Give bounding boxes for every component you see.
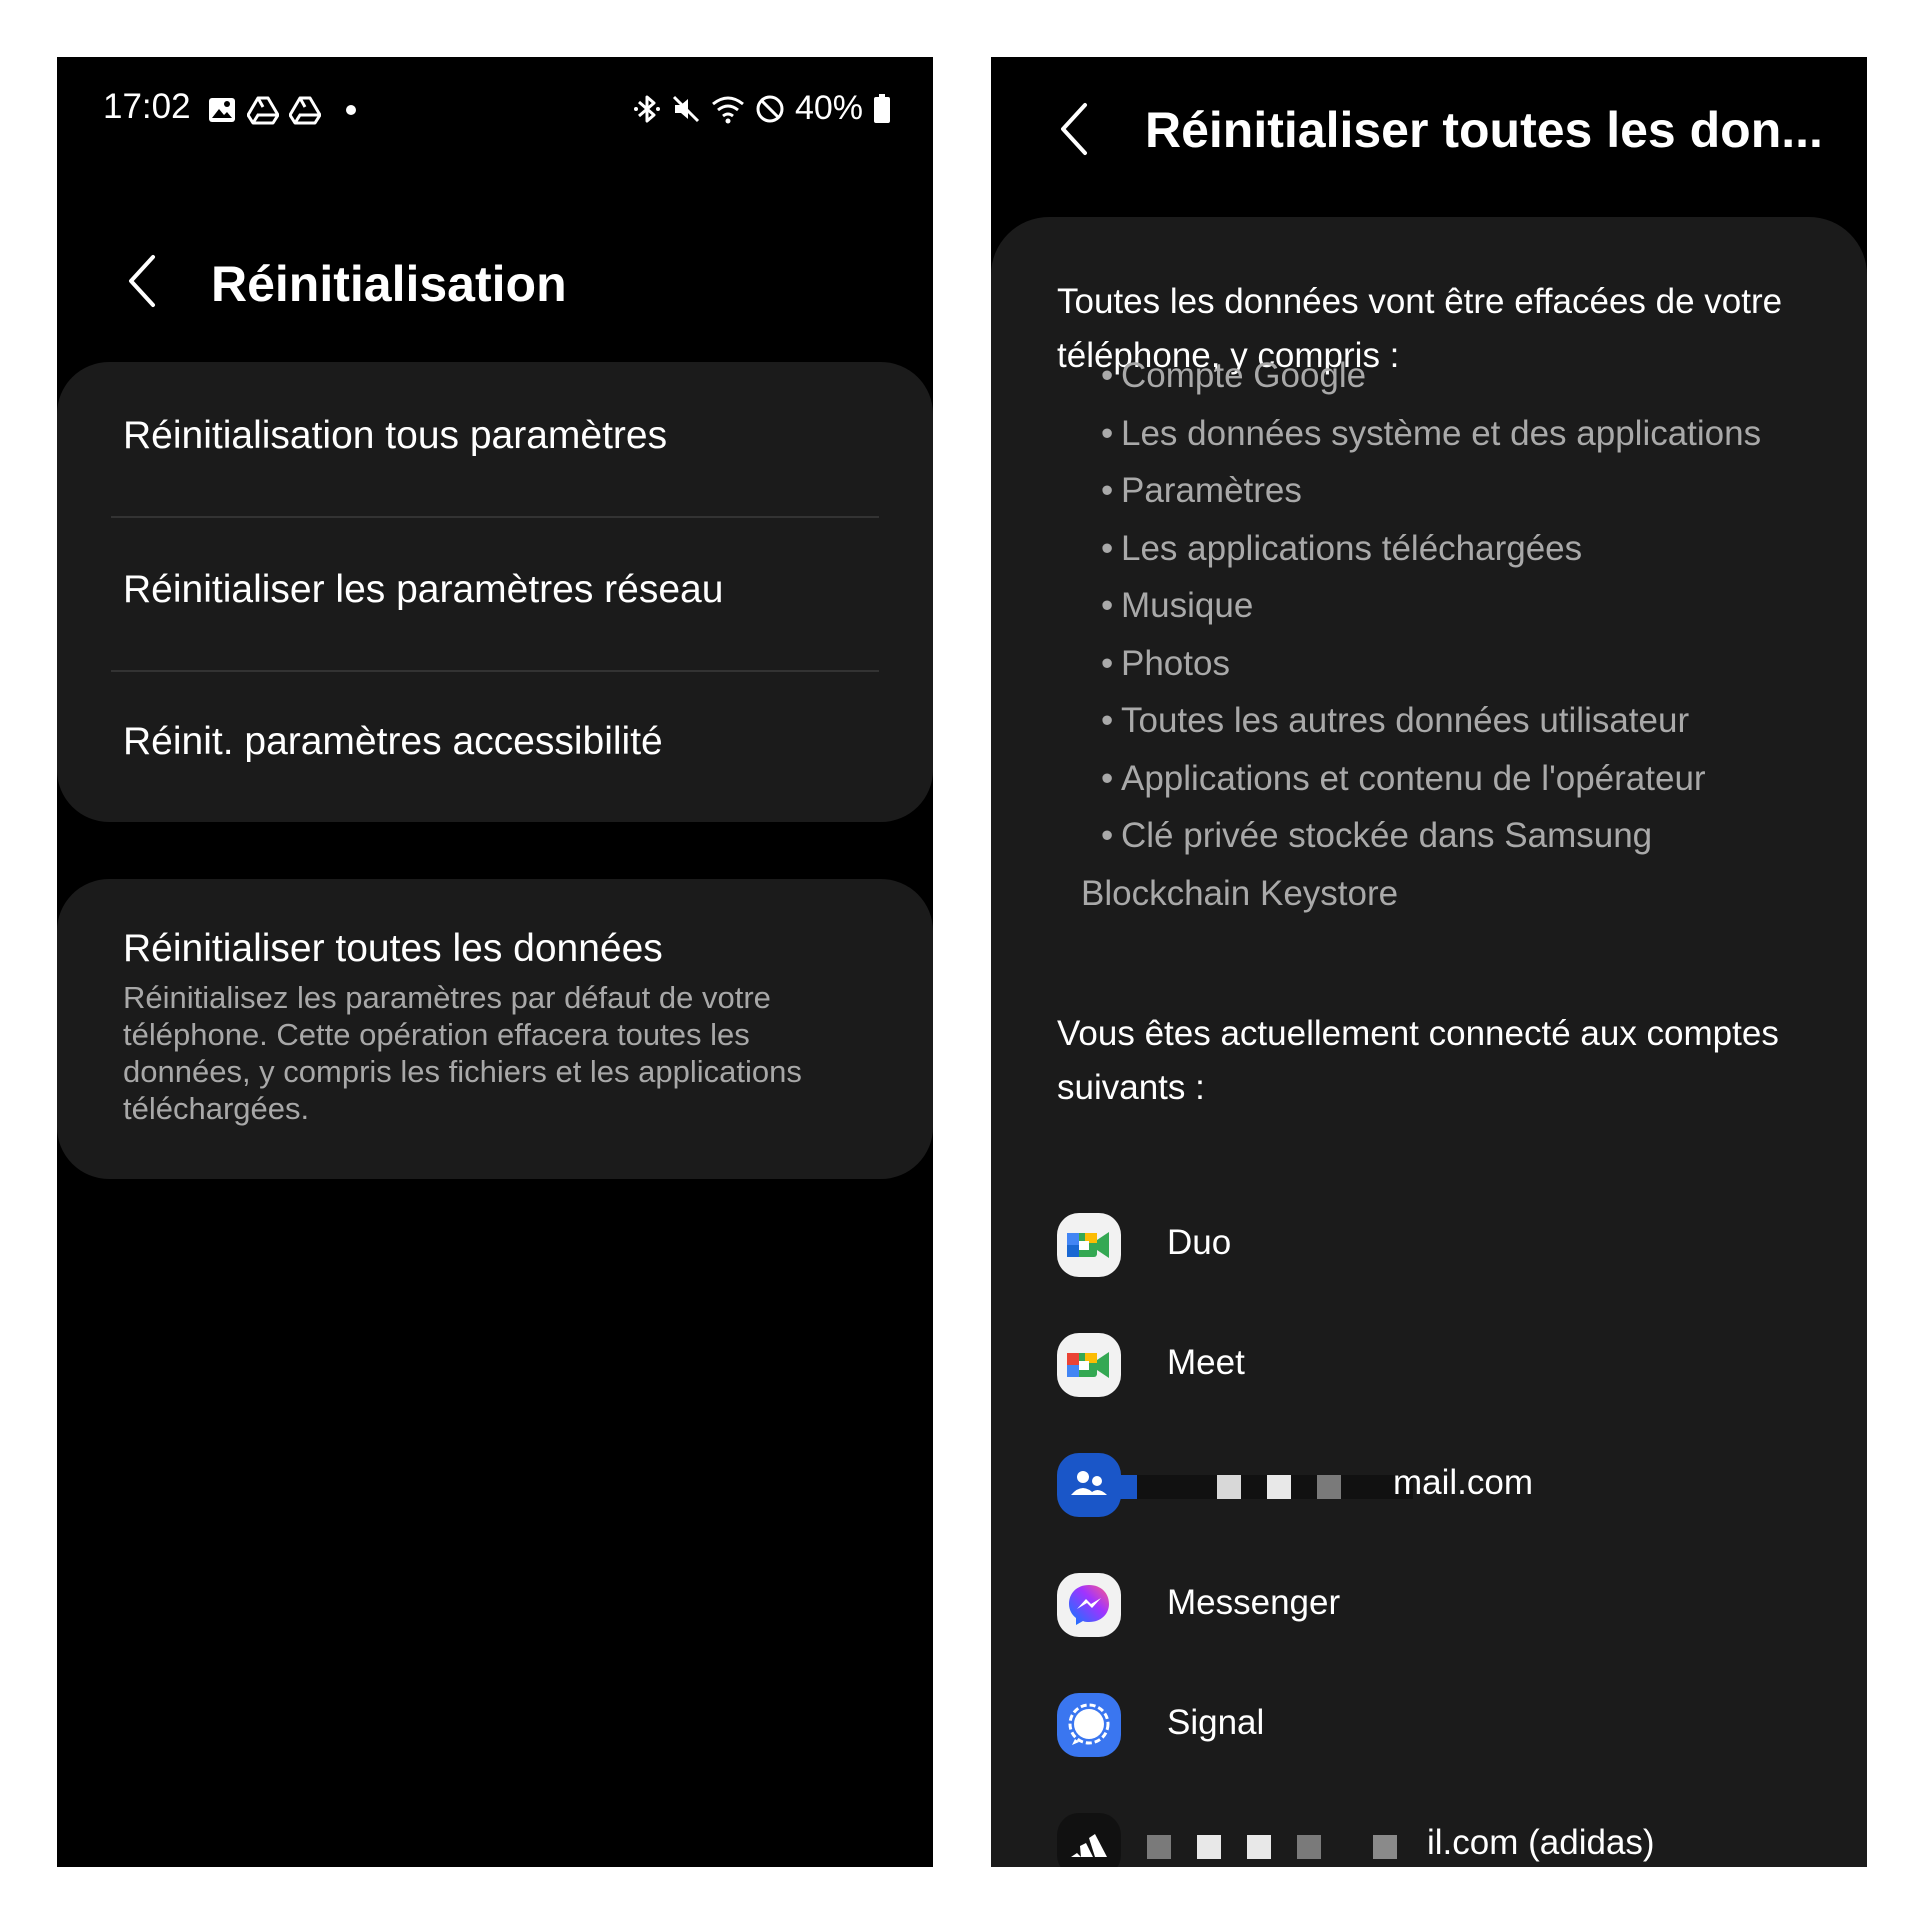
accounts-intro-text: Vous êtes actuellement connecté aux comp… [1057,1014,1779,1107]
signal-icon [1057,1693,1121,1757]
bluetooth-icon [633,93,661,125]
list-item: • Musique [1101,586,1254,625]
content-card: Toutes les données vont être effacées de… [991,217,1867,1867]
gallery-icon [207,95,237,125]
account-label: Duo [1167,1223,1232,1262]
list-item: • Clé privée stockée dans Samsung [1101,816,1653,855]
page-title: Réinitialisation [211,256,567,312]
account-label: Signal [1167,1703,1265,1742]
battery-icon [873,93,891,124]
status-bar: 17:02 40% [57,85,933,139]
account-item-meet[interactable]: Meet [1057,1325,1837,1405]
factory-reset-title: Réinitialiser toutes les données [123,927,663,970]
account-item-duo[interactable]: Duo [1057,1205,1837,1285]
reset-network-settings-item[interactable]: Réinitialiser les paramètres réseau [57,518,933,670]
factory-reset-description: Réinitialisez les paramètres par défaut … [123,980,802,1126]
messenger-icon [1057,1573,1121,1637]
reset-accessibility-settings-item[interactable]: Réinit. paramètres accessibilité [57,672,933,822]
status-time: 17:02 [103,87,191,126]
back-button[interactable] [123,251,173,311]
dot-icon [345,104,357,116]
list-item: • Photos [1101,643,1230,683]
list-item: • Compte Google [1101,356,1367,395]
account-item-signal[interactable]: Signal [1057,1685,1837,1765]
account-label: mail.com [1393,1463,1534,1502]
reset-all-settings-item[interactable]: Réinitialisation tous paramètres [57,362,933,517]
back-button[interactable] [1055,99,1105,159]
header: Réinitialiser toutes les don... [991,77,1867,187]
drive-icon [289,95,321,125]
adidas-icon [1057,1813,1121,1867]
redacted-text [1113,1475,1413,1499]
account-item-messenger[interactable]: Messenger [1057,1565,1837,1645]
account-label: Meet [1167,1343,1245,1382]
family-link-icon [1057,1453,1121,1517]
list-item: • Les applications téléchargées [1101,528,1583,568]
redacted-text [1147,1835,1417,1859]
account-item-adidas[interactable]: il.com (adidas) [1057,1805,1837,1867]
list-item: • Applications et contenu de l'opérateur [1101,758,1706,798]
factory-reset-item[interactable]: Réinitialiser toutes les données Réiniti… [57,879,933,1179]
duo-icon [1057,1213,1121,1277]
do-not-disturb-icon [755,94,785,124]
account-label: Messenger [1167,1583,1341,1622]
reset-screen: 17:02 40% Réinitialisation Réinitialisat… [57,57,933,1867]
erased-data-list: • Compte Google • Les données système et d… [1081,347,1762,922]
battery-percentage: 40% [794,89,863,127]
list-item: Blockchain Keystore [1081,873,1399,913]
header: Réinitialisation [57,233,933,333]
page-title: Réinitialiser toutes les don... [1145,102,1823,158]
list-item: • Paramètres [1101,471,1302,510]
wifi-icon [711,94,745,124]
menu-item-label: Réinitialiser les paramètres réseau [123,568,724,611]
drive-icon [247,95,279,125]
list-item: • Les données système et des applications [1101,413,1762,453]
menu-item-label: Réinit. paramètres accessibilité [123,720,663,763]
reset-options-card: Réinitialisation tous paramètres Réiniti… [57,362,933,822]
meet-icon [1057,1333,1121,1397]
account-label: il.com (adidas) [1427,1823,1655,1862]
account-item-mail[interactable]: mail.com [1057,1445,1837,1525]
menu-item-label: Réinitialisation tous paramètres [123,414,668,457]
list-item: • Toutes les autres données utilisateur [1101,701,1690,740]
factory-reset-screen: Réinitialiser toutes les don... Toutes l… [991,57,1867,1867]
mute-icon [671,94,701,124]
chevron-left-icon [1055,99,1105,159]
chevron-left-icon [123,251,173,311]
